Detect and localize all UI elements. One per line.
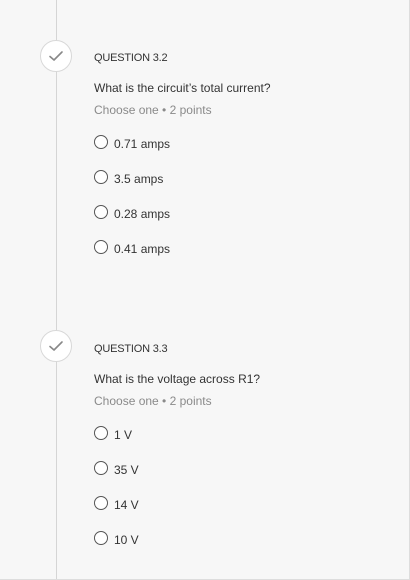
option-label: 0.41 amps	[114, 241, 171, 256]
radio-button[interactable]	[94, 530, 108, 545]
option-radio-choice[interactable]: 1 V	[94, 415, 394, 450]
option-label: 35 V	[114, 462, 139, 477]
timeline-line	[56, 0, 57, 580]
radio-button[interactable]	[94, 460, 108, 475]
checkmark-icon	[49, 51, 63, 61]
radio-button[interactable]	[94, 239, 108, 254]
option-radio-choice[interactable]: 35 V	[94, 450, 394, 485]
question-title: QUESTION 3.2	[94, 52, 168, 64]
option-radio-choice[interactable]: 10 V	[94, 520, 394, 555]
option-label: 10 V	[114, 532, 139, 547]
option-label: 0.28 amps	[114, 206, 171, 221]
question-text: What is the circuit’s total current?	[94, 81, 271, 95]
option-label: 14 V	[114, 497, 139, 512]
option-label: 3.5 amps	[114, 171, 164, 186]
radio-button[interactable]	[94, 204, 108, 219]
radio-button[interactable]	[94, 134, 108, 149]
question-meta: Choose one • 2 points	[94, 103, 212, 117]
option-label: 1 V	[114, 427, 133, 442]
question-title: QUESTION 3.3	[94, 343, 168, 355]
radio-button[interactable]	[94, 495, 108, 510]
question-block: QUESTION 3.2 What is the circuit’s total…	[94, 51, 394, 264]
question-block: QUESTION 3.3 What is the voltage across …	[94, 342, 394, 555]
question-meta: Choose one • 2 points	[94, 394, 212, 408]
option-radio-choice[interactable]: 0.41 amps	[94, 229, 394, 264]
option-radio-choice[interactable]: 3.5 amps	[94, 159, 394, 194]
option-radio-choice[interactable]: 14 V	[94, 485, 394, 520]
options-list: 1 V 35 V 14 V 10 V	[94, 415, 394, 555]
options-list: 0.71 amps 3.5 amps 0.28 amps 0.41 amps	[94, 124, 394, 264]
radio-button[interactable]	[94, 169, 108, 184]
checkmark-icon	[49, 341, 63, 351]
option-radio-choice[interactable]: 0.71 amps	[94, 124, 394, 159]
option-radio-choice[interactable]: 0.28 amps	[94, 194, 394, 229]
answered-check-badge	[40, 330, 72, 362]
radio-button[interactable]	[94, 425, 108, 440]
option-label: 0.71 amps	[114, 136, 171, 151]
answered-check-badge	[40, 40, 72, 72]
question-text: What is the voltage across R1?	[94, 372, 261, 386]
